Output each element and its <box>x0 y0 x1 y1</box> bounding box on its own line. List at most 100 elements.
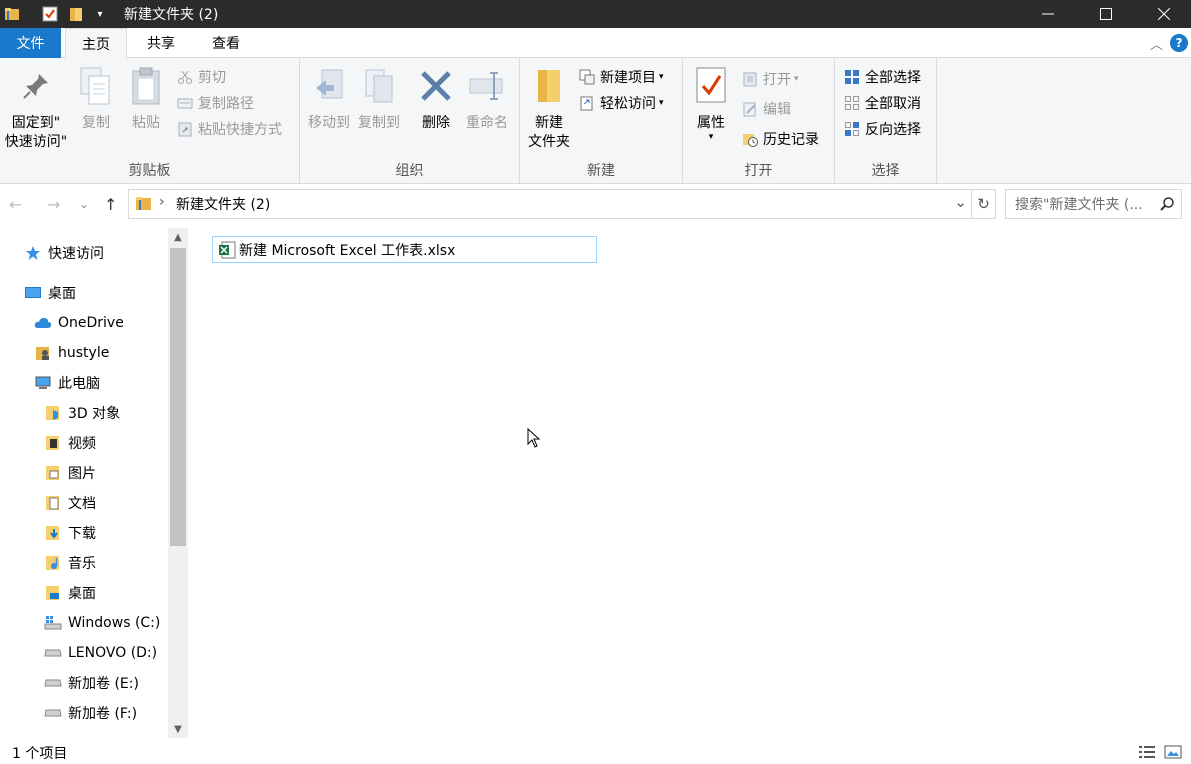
easy-access-label: 轻松访问 <box>600 96 656 112</box>
tab-share[interactable]: 共享 <box>131 28 191 58</box>
search-box[interactable]: 搜索"新建文件夹 (... <box>1005 189 1182 219</box>
maximize-button[interactable] <box>1077 0 1135 28</box>
paste-shortcut-button[interactable]: 粘贴快捷方式 <box>176 118 282 140</box>
nav-label: 桌面 <box>48 286 76 302</box>
minimize-button[interactable] <box>1019 0 1077 28</box>
navigation-pane: 快速访问 桌面 OneDrive hustyle 此电脑 3D 对象 视频 图片… <box>0 228 190 738</box>
nav-this-pc[interactable]: 此电脑 <box>34 368 100 398</box>
tab-home[interactable]: 主页 <box>65 28 127 59</box>
address-bar[interactable]: › 新建文件夹 (2) ⌄ <box>128 189 972 219</box>
excel-file-icon <box>217 240 237 260</box>
nav-user-folder[interactable]: hustyle <box>34 338 109 368</box>
scroll-thumb[interactable] <box>170 248 186 546</box>
up-button[interactable]: ↑ <box>104 195 117 214</box>
nav-drive-c[interactable]: Windows (C:) <box>44 608 160 638</box>
open-button[interactable]: 打开 ▾ <box>741 68 799 90</box>
address-path[interactable]: 新建文件夹 (2) <box>176 194 270 214</box>
search-icon[interactable] <box>1159 196 1175 216</box>
organize-group-label: 组织 <box>395 163 424 179</box>
rename-button[interactable]: 重命名 <box>460 64 514 133</box>
nav-videos[interactable]: 视频 <box>44 428 96 458</box>
copy-path-button[interactable]: 复制路径 <box>176 92 254 114</box>
nav-downloads[interactable]: 下载 <box>44 518 96 548</box>
new-folder-button[interactable]: 新建 文件夹 <box>524 64 574 152</box>
nav-pictures[interactable]: 图片 <box>44 458 96 488</box>
copy-label: 复制 <box>82 115 110 131</box>
new-item-label: 新建项目 <box>600 70 656 86</box>
ribbon-tabs: 文件 主页 共享 查看 ︿ ? <box>0 28 1191 59</box>
nav-onedrive[interactable]: OneDrive <box>34 308 124 338</box>
nav-music[interactable]: 音乐 <box>44 548 96 578</box>
file-item[interactable]: 新建 Microsoft Excel 工作表.xlsx <box>212 236 597 263</box>
edit-button[interactable]: 编辑 <box>741 98 791 120</box>
cut-button[interactable]: 剪切 <box>176 66 226 88</box>
nav-scrollbar[interactable]: ▲ ▼ <box>168 228 188 738</box>
nav-3d-objects[interactable]: 3D 对象 <box>44 398 120 428</box>
delete-button[interactable]: 删除 <box>414 64 458 133</box>
nav-desktop-root[interactable]: 桌面 <box>24 278 76 308</box>
copy-path-label: 复制路径 <box>198 96 254 112</box>
nav-quick-access[interactable]: 快速访问 <box>24 238 104 268</box>
back-button[interactable]: ← <box>9 195 22 214</box>
music-folder-icon <box>44 554 62 572</box>
new-folder-quick-icon[interactable] <box>66 4 86 24</box>
tab-file[interactable]: 文件 <box>0 28 61 58</box>
address-dropdown-icon[interactable]: ⌄ <box>954 193 967 211</box>
edit-label: 编辑 <box>763 102 791 118</box>
recent-locations-button[interactable]: ⌄ <box>79 197 89 211</box>
move-to-button[interactable]: 移动到 <box>304 64 354 133</box>
easy-access-button[interactable]: 轻松访问 ▾ <box>578 92 664 114</box>
properties-icon <box>691 64 731 108</box>
nav-desktop[interactable]: 桌面 <box>44 578 96 608</box>
copy-to-button[interactable]: 复制到 <box>354 64 404 133</box>
copy-button[interactable]: 复制 <box>74 64 118 133</box>
paste-button[interactable]: 粘贴 <box>124 64 168 133</box>
paste-icon <box>126 64 166 108</box>
pin-quick-access-button[interactable]: 固定到" 快速访问" <box>2 64 70 152</box>
new-item-button[interactable]: 新建项目 ▾ <box>578 66 664 88</box>
select-none-button[interactable]: 全部取消 <box>843 92 921 114</box>
item-count: 1 个项目 <box>12 746 68 762</box>
scroll-down-button[interactable]: ▼ <box>168 720 188 738</box>
search-input[interactable]: 搜索"新建文件夹 (... <box>1015 194 1155 214</box>
properties-quick-icon[interactable] <box>40 4 60 24</box>
select-none-label: 全部取消 <box>865 96 921 112</box>
new-item-icon <box>578 68 596 86</box>
select-all-button[interactable]: 全部选择 <box>843 66 921 88</box>
invert-selection-icon <box>843 120 861 138</box>
clipboard-group-label: 剪贴板 <box>128 163 171 179</box>
invert-selection-label: 反向选择 <box>865 122 921 138</box>
refresh-button[interactable]: ↻ <box>972 189 996 219</box>
close-button[interactable] <box>1135 0 1191 28</box>
history-icon <box>741 130 759 148</box>
path-separator: › <box>159 194 165 210</box>
nav-drive-f[interactable]: 新加卷 (F:) <box>44 698 137 728</box>
invert-selection-button[interactable]: 反向选择 <box>843 118 921 140</box>
drive-icon <box>44 674 62 692</box>
properties-button[interactable]: 属性 ▾ <box>689 64 733 142</box>
nav-drive-e[interactable]: 新加卷 (E:) <box>44 668 139 698</box>
cut-label: 剪切 <box>198 70 226 86</box>
forward-button[interactable]: → <box>47 195 60 214</box>
delete-x-icon <box>416 64 456 108</box>
customize-quick-access-icon[interactable]: ▾ <box>90 4 110 24</box>
details-view-icon[interactable] <box>1136 743 1158 761</box>
nav-label: 此电脑 <box>58 376 100 392</box>
tab-view[interactable]: 查看 <box>195 28 257 58</box>
collapse-ribbon-icon[interactable]: ︿ <box>1150 34 1163 53</box>
nav-drive-d[interactable]: LENOVO (D:) <box>44 638 157 668</box>
mouse-cursor-icon <box>527 427 541 452</box>
easy-access-icon <box>578 94 596 112</box>
help-icon[interactable]: ? <box>1170 34 1188 52</box>
nav-label: Windows (C:) <box>68 615 161 631</box>
scroll-up-button[interactable]: ▲ <box>168 228 188 246</box>
nav-documents[interactable]: 文档 <box>44 488 96 518</box>
nav-label: 下载 <box>68 526 96 542</box>
paste-label: 粘贴 <box>132 115 160 131</box>
nav-label: OneDrive <box>58 315 124 331</box>
open-group-label: 打开 <box>744 163 773 179</box>
open-label: 打开 <box>763 72 791 88</box>
large-icons-view-icon[interactable] <box>1162 743 1184 761</box>
history-button[interactable]: 历史记录 <box>741 128 819 150</box>
ribbon: 固定到" 快速访问" 复制 粘贴 剪切 复制路径 粘贴快捷方式 剪贴板 移动到 … <box>0 58 1191 184</box>
